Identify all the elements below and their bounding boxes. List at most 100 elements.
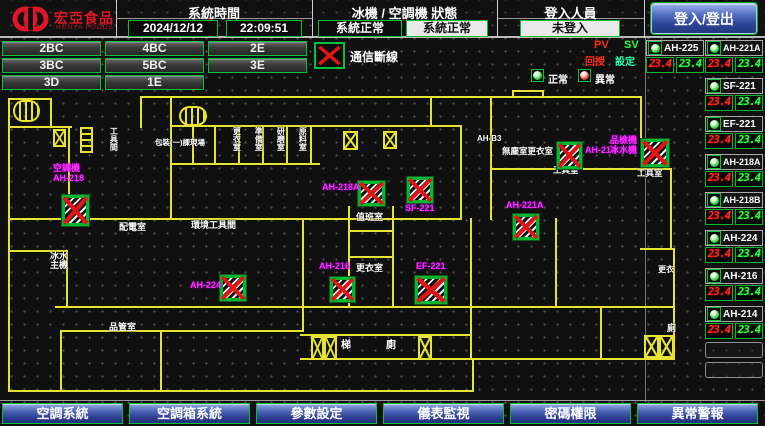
- status-led-icon: [707, 155, 721, 169]
- nav-button-4[interactable]: 儀表監視: [383, 403, 504, 424]
- wall-segment: [470, 218, 472, 360]
- ahu-offline-symbol[interactable]: [512, 213, 540, 241]
- comm-loss-icon: [314, 42, 345, 69]
- ahu-offline-symbol[interactable]: [414, 275, 448, 305]
- unit-entry-ah-224[interactable]: AH-224: [705, 230, 763, 246]
- zone-button-2e[interactable]: 2E: [208, 41, 307, 56]
- pv-header-label: PV: [594, 39, 609, 51]
- ahu-offline-symbol[interactable]: [357, 180, 386, 207]
- wall-segment: [460, 125, 462, 220]
- room-label: 工具室: [637, 169, 663, 178]
- chiller-status-value: 系統正常: [318, 20, 402, 37]
- status-led-icon: [648, 41, 662, 55]
- sv-value: 23.4: [735, 209, 763, 225]
- offline-x-icon: [62, 195, 89, 226]
- wall-segment: [214, 125, 216, 165]
- normal-legend-label: 正常: [548, 71, 568, 86]
- wall-segment: [8, 126, 72, 128]
- pv-value: 23.4: [705, 209, 733, 225]
- zone-button-2bc[interactable]: 2BC: [2, 41, 101, 56]
- nav-button-2[interactable]: 空調箱系統: [129, 403, 250, 424]
- unit-name-label: AH-224: [723, 233, 757, 244]
- elevator-shaft-icon: [644, 335, 659, 358]
- unit-name-label: AH-218B: [723, 195, 761, 205]
- unit-entry-ah-221a[interactable]: AH-221A: [705, 40, 763, 56]
- abnormal-led-icon: [578, 69, 591, 82]
- offline-x-icon: [358, 181, 385, 206]
- unit-values: 23.423.4: [705, 285, 763, 301]
- room-label: 廁: [667, 324, 676, 333]
- room-label: 更衣: [658, 266, 674, 274]
- sv-value: 23.4: [735, 247, 763, 263]
- nav-button-1[interactable]: 空調系統: [2, 403, 123, 424]
- nav-divider: [0, 400, 765, 401]
- offline-x-icon: [641, 139, 669, 167]
- unit-entry-ah-216[interactable]: AH-216: [705, 268, 763, 284]
- unit-entry-ef-221[interactable]: EF-221: [705, 116, 763, 132]
- room-label: 包裝(一)課現場: [155, 139, 205, 147]
- status-led-icon: [707, 307, 721, 321]
- ahu-map-label: SF-221: [405, 204, 435, 214]
- zone-button-1e[interactable]: 1E: [105, 75, 204, 90]
- zone-button-3bc[interactable]: 3BC: [2, 58, 101, 73]
- setpoint-label: 設定: [615, 53, 635, 68]
- sv-value: 23.4: [735, 95, 763, 111]
- wall-segment: [286, 125, 288, 165]
- unit-name-label: AH-225: [664, 43, 698, 54]
- wall-segment: [160, 330, 162, 390]
- login-logout-button[interactable]: 登入/登出: [651, 3, 757, 34]
- unit-entry-ah-218a[interactable]: AH-218A: [705, 154, 763, 170]
- status-led: [710, 158, 719, 167]
- unit-entry-sf-221[interactable]: SF-221: [705, 78, 763, 94]
- zone-button-5bc[interactable]: 5BC: [105, 58, 204, 73]
- wall-segment: [490, 96, 492, 220]
- room-label: 無塵室更衣室: [502, 147, 553, 156]
- nav-button-5[interactable]: 密碼權限: [510, 403, 631, 424]
- zone-button-3d[interactable]: 3D: [2, 75, 101, 90]
- zone-button-4bc[interactable]: 4BC: [105, 41, 204, 56]
- status-led: [710, 234, 719, 243]
- ahu-offline-symbol[interactable]: [329, 276, 356, 303]
- room-label: 品管室: [109, 323, 136, 332]
- wall-segment: [8, 390, 474, 392]
- nav-button-3[interactable]: 參數設定: [256, 403, 377, 424]
- login-user-value: 未登入: [520, 20, 620, 37]
- ahu-offline-symbol[interactable]: [640, 138, 670, 168]
- ahu-offline-symbol[interactable]: [219, 274, 247, 302]
- status-led-icon: [707, 117, 721, 131]
- hunya-logo-icon: [10, 4, 50, 34]
- pv-value: 23.4: [705, 57, 733, 73]
- ahu-offline-symbol[interactable]: [406, 176, 434, 204]
- unit-entry-ah-225[interactable]: AH-225: [646, 40, 704, 56]
- status-led-icon: [707, 269, 721, 283]
- ahu-offline-symbol[interactable]: [61, 194, 90, 227]
- elevator-shaft-icon: [324, 336, 337, 360]
- unit-values: 23.423.4: [705, 57, 763, 73]
- unit-entry-ah-218b[interactable]: AH-218B: [705, 192, 763, 208]
- nav-button-6[interactable]: 異常警報: [637, 403, 758, 424]
- ahu-map-label: AH-216: [319, 262, 350, 272]
- room-label: 原料室: [298, 127, 306, 151]
- status-led: [710, 120, 719, 129]
- room-label: 工具間: [109, 127, 117, 151]
- zone-button-3e[interactable]: 3E: [208, 58, 307, 73]
- feedback-label: 回授: [585, 53, 605, 68]
- wall-segment: [670, 168, 672, 250]
- status-led-icon: [707, 79, 721, 93]
- status-led-icon: [707, 231, 721, 245]
- room-label: 配電室: [119, 223, 146, 232]
- unit-values: 23.423.4: [646, 57, 704, 73]
- pv-value: 23.4: [705, 247, 733, 263]
- sv-header-label: SV: [624, 39, 639, 51]
- unit-values: 23.423.4: [705, 95, 763, 111]
- ahu-offline-symbol[interactable]: [556, 141, 583, 170]
- comm-loss-label: 通信斷線: [350, 48, 398, 65]
- room-label: 更衣室: [232, 127, 240, 151]
- pv-value: 23.4: [705, 95, 733, 111]
- wall-segment: [60, 330, 62, 390]
- wall-segment: [55, 306, 675, 308]
- unit-entry-ah-214[interactable]: AH-214: [705, 306, 763, 322]
- wall-segment: [542, 90, 544, 98]
- wall-segment: [310, 125, 312, 165]
- room-label: 研磨室: [276, 127, 284, 151]
